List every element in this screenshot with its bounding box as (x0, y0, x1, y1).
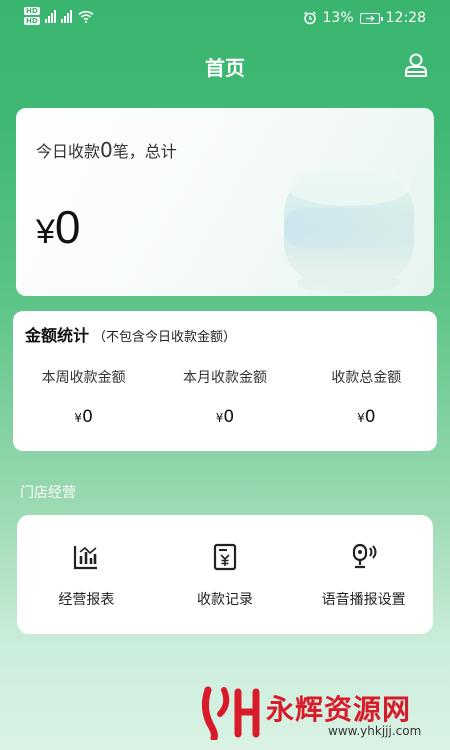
watermark-url: www.yhkjjj.com (328, 724, 422, 738)
clock-time: 12:28 (385, 10, 426, 26)
stat-label: 本月收款金额 (182, 370, 267, 386)
stats-title: 金额统计 （不包含今日收款金额） (25, 326, 237, 345)
stat-month: 本月收款金额 ¥0 (154, 367, 295, 427)
alarm-icon (303, 11, 316, 25)
business-report-button[interactable]: 经营报表 (17, 515, 156, 634)
op-label: 经营报表 (58, 592, 115, 608)
stat-value: ¥0 (357, 407, 376, 427)
stat-value: ¥0 (215, 407, 235, 427)
battery-icon (359, 12, 383, 24)
op-label: 收款记录 (197, 592, 253, 608)
network-indicators: HD HD (24, 7, 94, 25)
receipt-icon (213, 543, 237, 571)
stat-label: 本周收款金额 (41, 370, 126, 386)
wifi-icon (78, 10, 94, 23)
voice-broadcast-settings-button[interactable]: 语音播报设置 (294, 515, 433, 634)
amount-stats-card: 金额统计 （不包含今日收款金额） 本周收款金额 ¥0 本月收款金额 ¥0 收款总金… (13, 311, 437, 451)
signal-icon (44, 9, 56, 23)
watermark-brand: 永辉资源网 (266, 693, 412, 726)
today-count: 0 (100, 138, 113, 162)
profile-button[interactable] (404, 52, 428, 78)
voice-broadcast-icon (352, 543, 377, 569)
stat-week: 本周收款金额 ¥0 (13, 367, 154, 427)
battery-percent: 13% (322, 10, 354, 26)
stat-label: 收款总金额 (331, 370, 402, 386)
today-count-line: 今日收款0笔，总计 (36, 138, 177, 162)
store-section-title: 门店经营 (20, 485, 76, 501)
signal-icon (60, 9, 72, 23)
user-icon (405, 53, 427, 77)
today-total-amount: ¥0 (36, 201, 81, 253)
store-operations-card: 经营报表 收款记录 语音播报设置 (17, 515, 433, 634)
hd-badge: HD (24, 7, 40, 15)
status-bar: HD HD 13% 12:28 (0, 0, 450, 36)
hd-badge: HD (24, 17, 40, 25)
today-summary-card: 今日收款0笔，总计 ¥0 (16, 108, 434, 296)
watermark-logo (201, 686, 260, 740)
coin-stack-illustration (284, 166, 414, 293)
bar-chart-icon (74, 546, 98, 570)
stat-value: ¥0 (74, 407, 93, 427)
stats-subtitle: （不包含今日收款金额） (93, 330, 237, 345)
watermark: 永辉资源网 www.yhkjjj.com (200, 684, 440, 744)
payment-records-button[interactable]: 收款记录 (156, 515, 295, 634)
stat-total: 收款总金额 ¥0 (296, 367, 437, 427)
page-title: 首页 (205, 56, 245, 80)
op-label: 语音播报设置 (321, 592, 406, 608)
status-right: 13% 12:28 (303, 10, 426, 26)
